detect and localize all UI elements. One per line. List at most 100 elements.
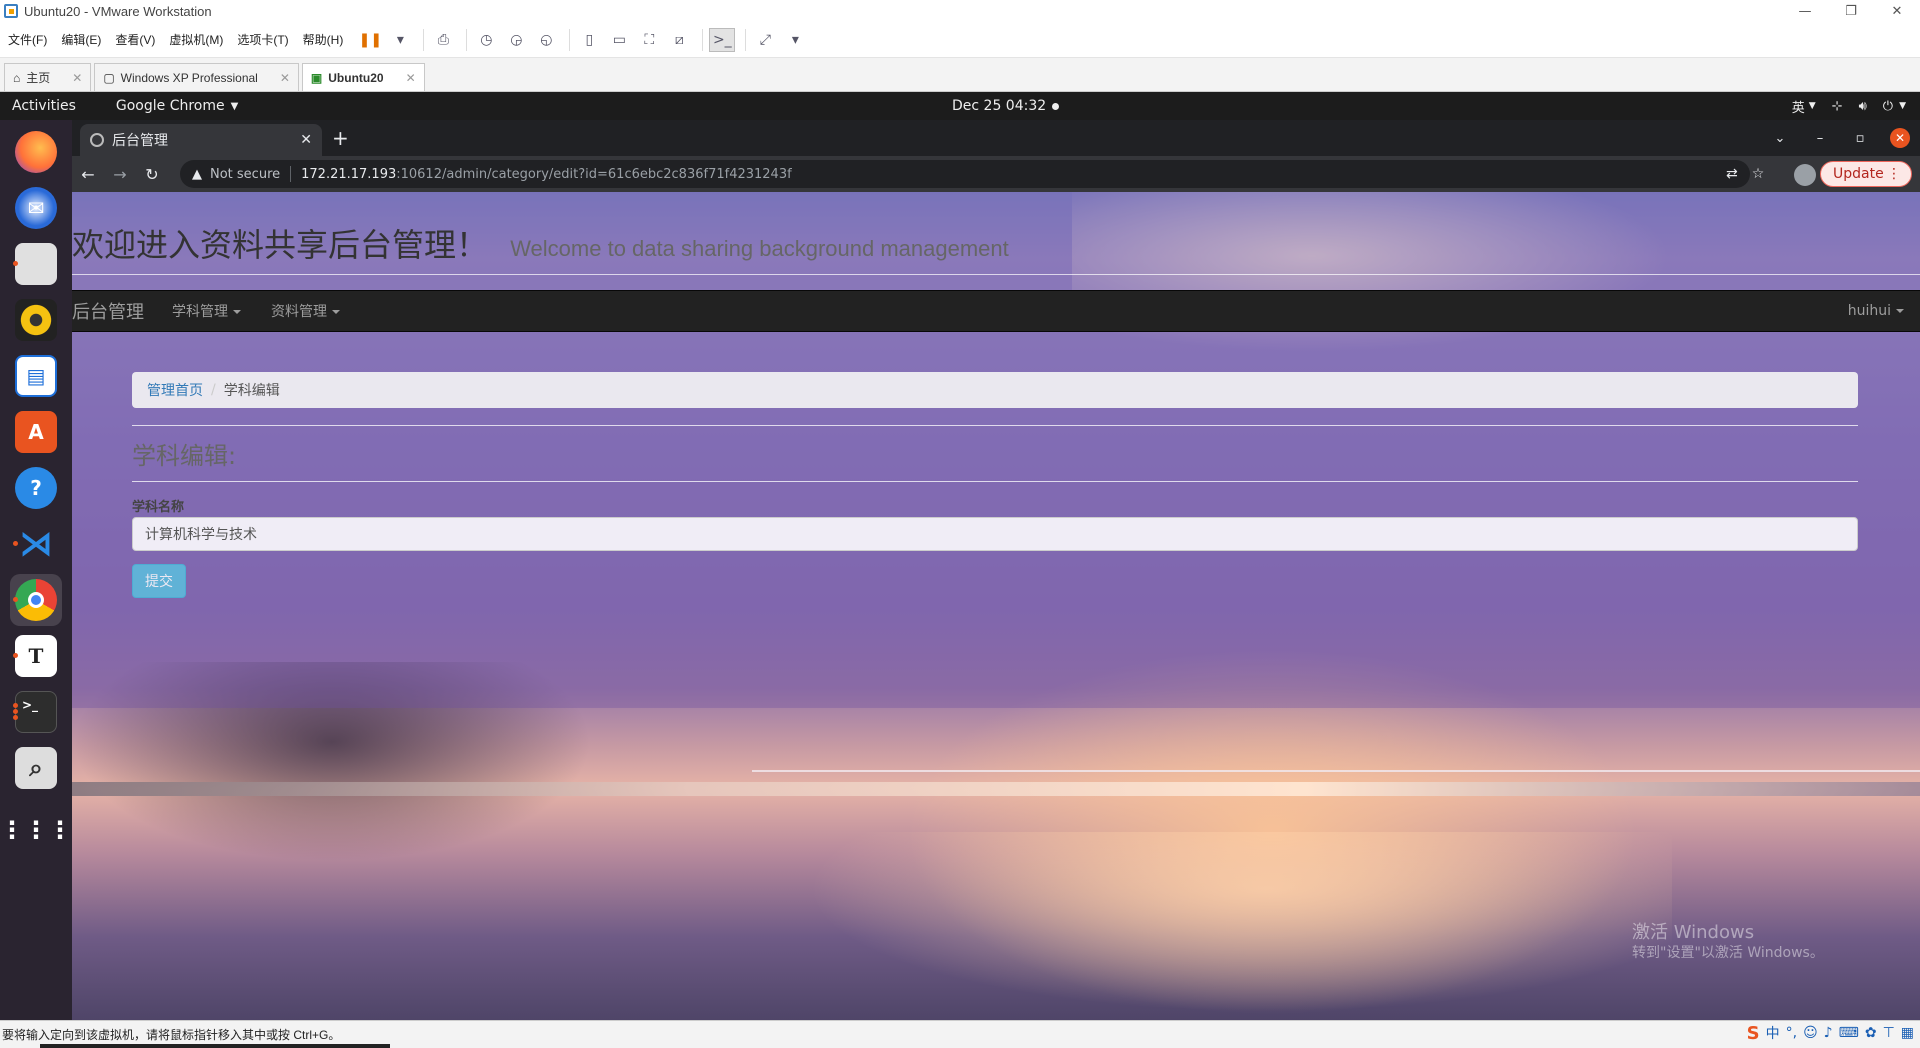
- dock-writer[interactable]: ▤: [10, 350, 62, 402]
- stretch-icon[interactable]: ⤢: [752, 28, 778, 52]
- minimize-icon[interactable]: —: [1782, 0, 1828, 22]
- library-icon[interactable]: ▯: [576, 28, 602, 52]
- translate-icon[interactable]: ⇄: [1726, 166, 1738, 182]
- vmware-logo-icon: [4, 4, 18, 18]
- close-icon[interactable]: ✕: [1874, 0, 1920, 22]
- thumbnail-icon[interactable]: ▭: [606, 28, 632, 52]
- dock-firefox[interactable]: [10, 126, 62, 178]
- console-view-icon[interactable]: >_: [709, 27, 736, 52]
- close-tab-icon[interactable]: ✕: [300, 132, 312, 148]
- submit-button[interactable]: 提交: [132, 564, 186, 598]
- chrome-tab-active[interactable]: 后台管理 ✕: [80, 124, 322, 156]
- address-bar[interactable]: ▲ Not secure 172.21.17.193 :10612/admin/…: [180, 160, 1750, 188]
- nav-material-management[interactable]: 资料管理: [271, 301, 340, 321]
- activities-button[interactable]: Activities: [12, 98, 76, 114]
- menu-file[interactable]: 文件(F): [8, 31, 47, 48]
- subject-name-input[interactable]: [132, 517, 1858, 551]
- fullscreen-icon[interactable]: ⛶: [636, 28, 662, 52]
- input-method[interactable]: 英: [1792, 97, 1805, 116]
- pause-dropdown-icon[interactable]: ▾: [387, 28, 413, 52]
- chrome-toolbar: ← → ↻ ▲ Not secure 172.21.17.193 :10612/…: [72, 156, 1920, 192]
- shirt-icon[interactable]: ⊤: [1883, 1025, 1895, 1041]
- reload-icon[interactable]: ↻: [136, 158, 168, 190]
- revert-snapshot-icon[interactable]: ◶: [503, 28, 529, 52]
- taskbar-strip: [40, 1044, 390, 1048]
- nav-subject-management[interactable]: 学科管理: [172, 301, 241, 321]
- breadcrumb-home[interactable]: 管理首页: [147, 380, 203, 400]
- maximize-icon[interactable]: ▫: [1840, 131, 1880, 146]
- sogou-icon[interactable]: S: [1747, 1023, 1760, 1044]
- thunderbird-icon: ✉: [15, 187, 57, 229]
- microphone-icon[interactable]: ♪: [1824, 1025, 1833, 1041]
- section-divider: [132, 481, 1858, 482]
- dock-show-apps[interactable]: ⋮⋮⋮: [0, 804, 72, 856]
- dock-files[interactable]: [10, 238, 62, 290]
- firefox-icon: [15, 131, 57, 173]
- pause-icon[interactable]: ❚❚: [357, 28, 383, 52]
- dock-typora[interactable]: T: [10, 630, 62, 682]
- tab-close-icon[interactable]: ✕: [280, 71, 290, 85]
- minimize-icon[interactable]: –: [1800, 131, 1840, 146]
- new-tab-icon[interactable]: +: [332, 126, 349, 150]
- tab-close-icon[interactable]: ✕: [72, 71, 82, 85]
- send-ctrl-alt-del-icon[interactable]: ⎙: [430, 28, 456, 52]
- user-menu[interactable]: huihui: [1848, 303, 1904, 319]
- update-button[interactable]: Update ⋮: [1820, 161, 1912, 187]
- chevron-down-icon: ▼: [1899, 101, 1906, 111]
- forward-icon[interactable]: →: [104, 158, 136, 190]
- network-icon[interactable]: ⊹: [1832, 99, 1843, 114]
- dock-search[interactable]: ⌕: [10, 742, 62, 794]
- menu-edit[interactable]: 编辑(E): [61, 31, 101, 48]
- tab-search-icon[interactable]: ⌄: [1760, 131, 1800, 146]
- stretch-dropdown-icon[interactable]: ▾: [782, 28, 808, 52]
- emoji-icon[interactable]: ☺: [1803, 1025, 1818, 1041]
- tab-windows-xp[interactable]: ▢ Windows XP Professional ✕: [94, 63, 299, 91]
- keyboard-icon[interactable]: ⌨: [1839, 1025, 1859, 1041]
- app-menu[interactable]: Google Chrome ▼: [116, 98, 238, 114]
- skin-icon[interactable]: ✿: [1865, 1025, 1877, 1041]
- menu-view[interactable]: 查看(V): [115, 31, 155, 48]
- chrome-window: 后台管理 ✕ + ⌄ – ▫ ✕ ← → ↻ ▲ Not secure 172.…: [72, 120, 1920, 1020]
- punctuation-icon[interactable]: °,: [1786, 1025, 1797, 1041]
- system-tray[interactable]: 英 ▼ ⊹ 🔊︎ ⏻ ▼: [1776, 97, 1906, 116]
- chrome-tabstrip: 后台管理 ✕ + ⌄ – ▫ ✕: [72, 120, 1920, 156]
- breadcrumb: 管理首页 / 学科编辑: [132, 372, 1858, 408]
- tab-home[interactable]: ⌂ 主页 ✕: [4, 63, 92, 91]
- chevron-down-icon: ▼: [1808, 101, 1816, 111]
- running-indicator-icon: [13, 709, 18, 714]
- snapshot-manager-icon[interactable]: ◵: [533, 28, 559, 52]
- tab-close-icon[interactable]: ✕: [406, 71, 416, 85]
- restore-icon[interactable]: ❐: [1828, 0, 1874, 22]
- app-name: Google Chrome: [115, 98, 225, 114]
- unity-icon[interactable]: ⧄: [666, 28, 692, 52]
- guest-screen[interactable]: Activities Google Chrome ▼ Dec 25 04:32 …: [0, 92, 1920, 1020]
- menu-vm[interactable]: 虚拟机(M): [169, 31, 223, 48]
- dock-vscode[interactable]: ⋊: [10, 518, 62, 570]
- page-title: 欢迎进入资料共享后台管理！ Welcome to data sharing ba…: [72, 220, 1009, 266]
- dock-chrome[interactable]: [10, 574, 62, 626]
- clock[interactable]: Dec 25 04:32: [952, 98, 1046, 114]
- volume-icon[interactable]: 🔊︎: [1859, 99, 1867, 114]
- dock-software[interactable]: A: [10, 406, 62, 458]
- warning-icon[interactable]: ▲: [192, 167, 202, 182]
- toolbar-divider: [423, 28, 425, 51]
- snapshot-icon[interactable]: ◷: [473, 28, 499, 52]
- close-window-icon[interactable]: ✕: [1890, 128, 1910, 148]
- ime-language[interactable]: 中: [1766, 1023, 1780, 1043]
- dock-thunderbird[interactable]: ✉: [10, 182, 62, 234]
- power-icon[interactable]: ⏻: [1883, 99, 1893, 114]
- dock-rhythmbox[interactable]: [10, 294, 62, 346]
- menu-tabs[interactable]: 选项卡(T): [237, 31, 288, 48]
- menu-help[interactable]: 帮助(H): [303, 31, 344, 48]
- typora-icon: T: [15, 635, 57, 677]
- back-icon[interactable]: ←: [72, 158, 104, 190]
- tab-ubuntu20[interactable]: ▣ Ubuntu20 ✕: [301, 63, 425, 91]
- dock-terminal[interactable]: >_: [10, 686, 62, 738]
- security-status[interactable]: Not secure: [210, 167, 280, 182]
- globe-icon: [90, 133, 104, 147]
- profile-avatar-icon[interactable]: [1794, 164, 1816, 186]
- toolbox-icon[interactable]: ▦: [1901, 1025, 1914, 1041]
- navbar-brand[interactable]: 后台管理: [72, 298, 144, 324]
- bookmark-star-icon[interactable]: ☆: [1752, 166, 1765, 182]
- dock-help[interactable]: ?: [10, 462, 62, 514]
